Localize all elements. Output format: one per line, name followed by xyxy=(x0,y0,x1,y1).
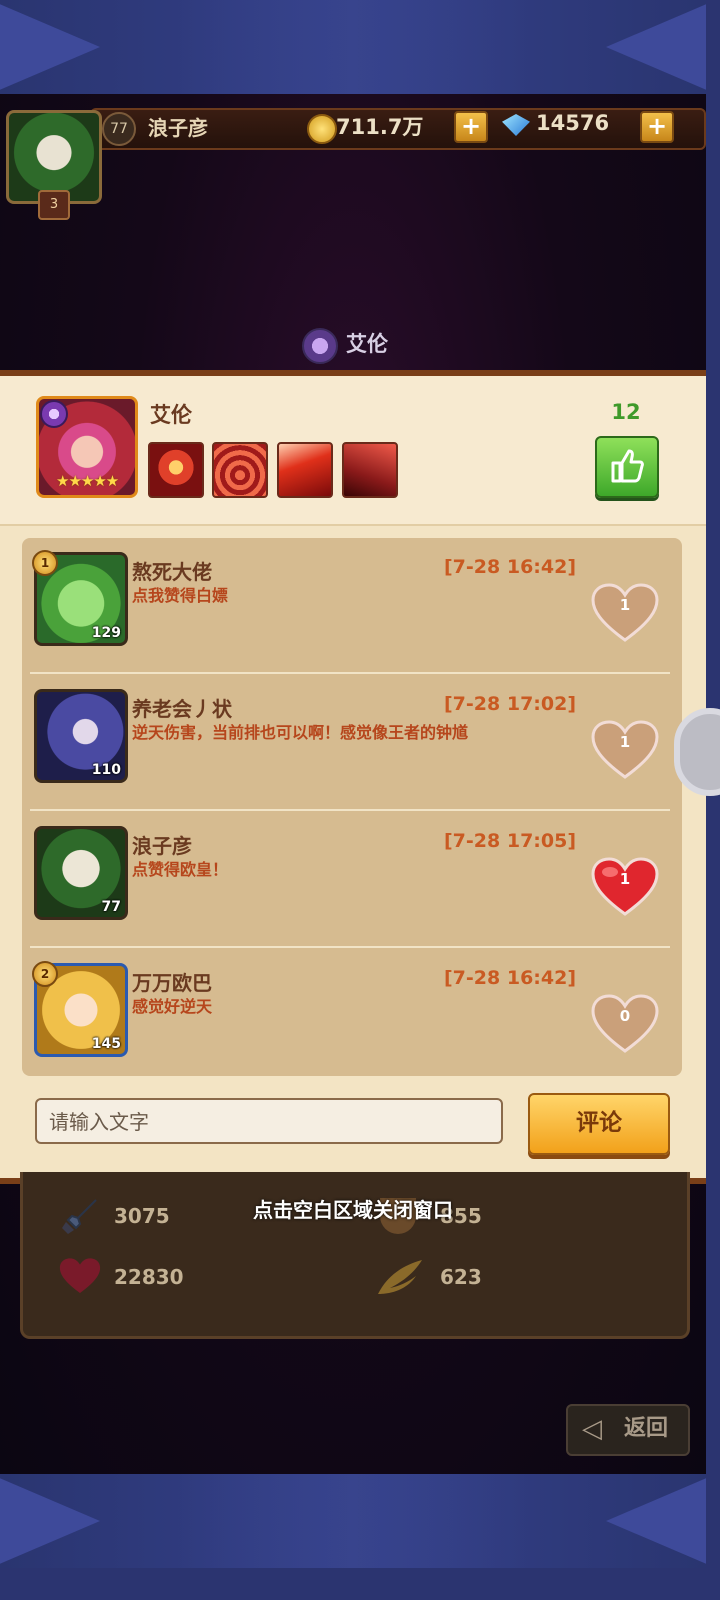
speed-stat: 623 xyxy=(440,1265,482,1289)
back-button[interactable]: ◁ 返回 xyxy=(566,1404,690,1456)
comment-row: 77 浪子彦 [7-28 17:05] 点赞得欧皇！ 1 xyxy=(30,816,670,952)
hero-faction-icon xyxy=(40,400,68,428)
row-divider xyxy=(30,672,670,674)
commenter-level: 129 xyxy=(91,625,121,641)
comment-like-count: 1 xyxy=(619,870,631,888)
comment-text: 感觉好逆天 xyxy=(132,997,213,1016)
add-gems-button[interactable]: + xyxy=(640,111,674,143)
gold-coin-icon xyxy=(307,114,337,144)
back-arrow-icon: ◁ xyxy=(582,1414,602,1444)
skill-4-icon[interactable] xyxy=(342,442,398,498)
rank-medal-icon: 1 xyxy=(32,550,58,576)
thumbs-up-icon xyxy=(611,449,644,483)
player-level-badge: 77 xyxy=(102,112,136,146)
comment-text: 点赞得欧皇！ xyxy=(132,860,229,879)
comment-time: [7-28 16:42] xyxy=(444,556,577,578)
row-divider xyxy=(30,946,670,948)
commenter-name: 养老会丿状 xyxy=(132,697,232,721)
hp-stat: 22830 xyxy=(114,1265,184,1289)
comment-like-count: 1 xyxy=(619,596,631,614)
comment-like-button[interactable]: 1 xyxy=(590,719,660,781)
back-label: 返回 xyxy=(624,1416,669,1441)
heart-hp-icon xyxy=(59,1258,101,1293)
comment-like-button[interactable]: 1 xyxy=(590,856,660,918)
commenter-name: 万万欧巴 xyxy=(132,971,212,995)
comment-like-button[interactable]: 1 xyxy=(590,582,660,644)
gem-amount: 14576 xyxy=(536,111,610,135)
rank-medal-icon: 2 xyxy=(32,961,58,987)
comment-time: [7-28 17:05] xyxy=(444,830,577,852)
commenter-level: 77 xyxy=(101,899,121,915)
commenter-name: 熬死大佬 xyxy=(132,560,212,584)
commenter-avatar[interactable]: 110 xyxy=(34,689,128,783)
faction-icon xyxy=(302,328,338,364)
commenter-name: 浪子彦 xyxy=(132,834,192,858)
like-hero-button[interactable] xyxy=(595,436,659,498)
player-rank-badge: 3 xyxy=(38,190,70,220)
submit-comment-button[interactable]: 评论 xyxy=(528,1093,670,1155)
comment-input[interactable]: 请输入文字 xyxy=(35,1098,503,1144)
top-decor-band xyxy=(0,0,706,94)
comment-row: 110 养老会丿状 [7-28 17:02] 逆天伤害，当前排也可以啊！感觉像王… xyxy=(30,679,670,815)
comment-row: 145 2 万万欧巴 [7-28 16:42] 感觉好逆天 0 xyxy=(30,953,670,1089)
player-name: 浪子彦 xyxy=(148,116,208,140)
comment-time: [7-28 16:42] xyxy=(444,967,577,989)
add-gold-button[interactable]: + xyxy=(454,111,488,143)
hero-tag-name: 艾伦 xyxy=(346,332,388,356)
comment-text: 点我赞得白嫖 xyxy=(132,586,229,605)
skill-1-icon[interactable] xyxy=(148,442,204,498)
comment-like-button[interactable]: 0 xyxy=(590,993,660,1055)
commenter-level: 145 xyxy=(91,1036,121,1052)
gold-amount: 711.7万 xyxy=(336,115,424,139)
commenter-level: 110 xyxy=(91,762,121,778)
comment-text: 逆天伤害，当前排也可以啊！感觉像王者的钟馗 xyxy=(132,723,469,742)
hero-stars: ★★★★★ xyxy=(56,472,119,490)
hero-name: 艾伦 xyxy=(150,403,192,427)
skill-2-icon[interactable] xyxy=(212,442,268,498)
wing-speed-icon xyxy=(378,1260,422,1294)
commenter-avatar[interactable]: 77 xyxy=(34,826,128,920)
close-hint[interactable]: 点击空白区域关闭窗口 xyxy=(0,1194,706,1223)
skill-3-icon[interactable] xyxy=(277,442,333,498)
bottom-decor-band xyxy=(0,1474,706,1568)
comment-like-count: 1 xyxy=(619,733,631,751)
comment-like-count: 0 xyxy=(619,1007,631,1025)
row-divider xyxy=(30,809,670,811)
comment-row: 129 1 熬死大佬 [7-28 16:42] 点我赞得白嫖 1 xyxy=(30,542,670,678)
comment-time: [7-28 17:02] xyxy=(444,693,577,715)
hero-like-count: 12 xyxy=(611,400,641,424)
